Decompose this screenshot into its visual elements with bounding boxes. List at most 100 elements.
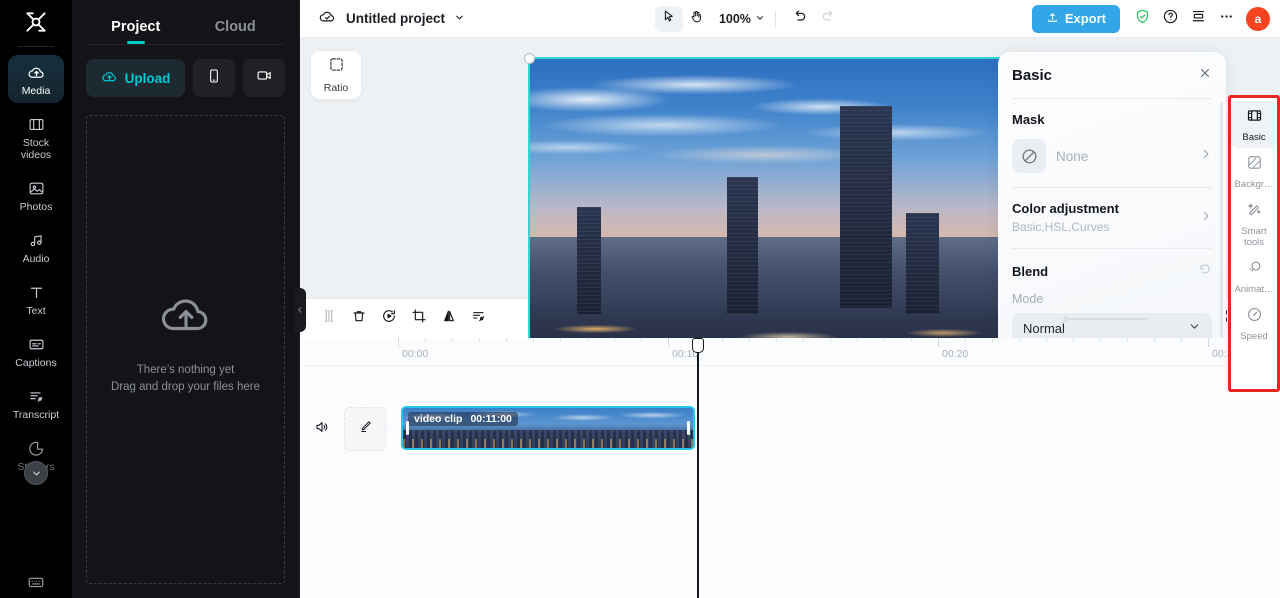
avatar[interactable]: a bbox=[1246, 6, 1271, 31]
record-video-button[interactable] bbox=[243, 59, 285, 97]
mask-value: None bbox=[1056, 148, 1089, 164]
top-toolbar: Untitled project 100% Export a bbox=[300, 0, 1280, 38]
reset-icon[interactable] bbox=[1198, 262, 1212, 281]
right-rail-item-animation[interactable]: Animat… bbox=[1231, 253, 1277, 300]
no-mask-icon bbox=[1012, 139, 1046, 173]
clip-info-badge: video clip 00:11:00 bbox=[408, 412, 518, 426]
photo-icon bbox=[26, 178, 46, 198]
pencil-icon bbox=[358, 419, 373, 439]
panel-collapse-handle[interactable] bbox=[294, 288, 306, 332]
sticker-icon bbox=[26, 438, 46, 458]
phone-icon bbox=[206, 68, 222, 89]
track-volume-button[interactable] bbox=[300, 419, 344, 440]
sidebar-item-stickers[interactable]: Stickers bbox=[8, 431, 64, 485]
toolbar-divider bbox=[774, 10, 776, 27]
rotate-button[interactable] bbox=[374, 305, 404, 333]
right-rail-item-background[interactable]: Backgr… bbox=[1231, 148, 1277, 195]
ratio-button-label: Ratio bbox=[323, 82, 349, 94]
split-button[interactable] bbox=[314, 305, 344, 333]
playhead-knob[interactable] bbox=[691, 338, 704, 353]
right-rail-item-smart-tools[interactable]: Smart tools bbox=[1231, 195, 1277, 253]
chevron-right-icon bbox=[1200, 209, 1212, 227]
preview-stage: Ratio Basic Mask None Color adjustment B… bbox=[300, 38, 1280, 393]
zoom-level-button[interactable]: 100% bbox=[719, 10, 765, 28]
chevron-down-icon bbox=[1188, 320, 1201, 336]
ratio-dashed-square-icon bbox=[328, 56, 345, 78]
right-rail-item-basic[interactable]: Basic bbox=[1231, 101, 1277, 148]
help-button[interactable] bbox=[1156, 6, 1184, 32]
mirror-icon bbox=[441, 308, 457, 329]
sidebar-item-label: Photos bbox=[19, 201, 53, 213]
auto-cut-button[interactable] bbox=[464, 305, 494, 333]
timeline-zoom-slider[interactable] bbox=[1063, 315, 1147, 322]
properties-header: Basic bbox=[1012, 52, 1212, 98]
blend-header: Blend bbox=[1012, 262, 1212, 281]
clip-trim-handle-right[interactable] bbox=[687, 421, 690, 435]
export-button[interactable]: Export bbox=[1031, 4, 1121, 33]
music-note-icon bbox=[26, 230, 46, 250]
mirror-button[interactable] bbox=[434, 305, 464, 333]
chevron-right-icon bbox=[1200, 147, 1212, 165]
import-from-phone-button[interactable] bbox=[193, 59, 235, 97]
redo-button[interactable] bbox=[814, 6, 842, 32]
sidebar-item-stock-videos[interactable]: Stock videos bbox=[8, 107, 64, 167]
timeline-playhead[interactable] bbox=[691, 338, 704, 598]
ratio-button[interactable]: Ratio bbox=[311, 51, 361, 99]
dropzone-text: There’s nothing yet Drag and drop your f… bbox=[111, 362, 260, 396]
security-shield-button[interactable] bbox=[1128, 6, 1156, 32]
sidebar-item-label: Media bbox=[21, 85, 51, 97]
undo-button[interactable] bbox=[786, 6, 814, 32]
chevron-down-icon[interactable] bbox=[24, 461, 48, 485]
media-cloud-icon bbox=[26, 62, 46, 82]
sidebar-item-media[interactable]: Media bbox=[8, 55, 64, 103]
delete-button[interactable] bbox=[344, 305, 374, 333]
transcript-icon bbox=[26, 386, 46, 406]
timeline-ruler[interactable]: 00:00 00:10 00:20 00:30 bbox=[300, 338, 1280, 366]
chevron-down-icon bbox=[755, 10, 765, 28]
timeline-clip[interactable]: video clip 00:11:00 bbox=[401, 406, 695, 450]
sidebar-item-label: Stock videos bbox=[20, 137, 52, 161]
rail-divider bbox=[18, 46, 54, 47]
resize-handle-top-left[interactable] bbox=[524, 53, 535, 64]
sidebar-item-label: Audio bbox=[22, 253, 50, 265]
color-adjustment-subtitle: Basic,HSL,Curves bbox=[1012, 220, 1110, 234]
tab-cloud[interactable]: Cloud bbox=[186, 19, 286, 44]
right-rail-item-speed[interactable]: Speed bbox=[1231, 300, 1277, 347]
mask-selector[interactable]: None bbox=[1012, 139, 1212, 173]
sidebar-item-transcript[interactable]: Transcript bbox=[8, 379, 64, 427]
layers-button[interactable] bbox=[1184, 6, 1212, 32]
upload-button[interactable]: Upload bbox=[86, 59, 185, 97]
close-icon[interactable] bbox=[1198, 66, 1212, 85]
right-rail-label: Basic bbox=[1242, 132, 1266, 143]
sidebar-item-captions[interactable]: Captions bbox=[8, 327, 64, 375]
crop-button[interactable] bbox=[404, 305, 434, 333]
timeline[interactable]: 00:00 00:10 00:20 00:30 video clip 00:11… bbox=[300, 338, 1280, 598]
clip-trim-handle-left[interactable] bbox=[406, 421, 409, 435]
preview-canvas[interactable] bbox=[524, 53, 1002, 393]
animation-icon bbox=[1246, 259, 1263, 281]
color-adjustment-row[interactable]: Color adjustment Basic,HSL,Curves bbox=[1012, 188, 1212, 248]
media-dropzone[interactable]: There’s nothing yet Drag and drop your f… bbox=[86, 115, 285, 584]
sidebar-item-audio[interactable]: Audio bbox=[8, 223, 64, 271]
sidebar-item-photos[interactable]: Photos bbox=[8, 171, 64, 219]
question-circle-icon bbox=[1162, 8, 1179, 30]
track-edit-button[interactable] bbox=[344, 407, 386, 451]
mask-section: Mask None bbox=[1012, 99, 1212, 187]
keyboard-shortcuts-button[interactable] bbox=[26, 572, 46, 598]
more-options-button[interactable] bbox=[1212, 6, 1240, 32]
cloud-check-icon bbox=[318, 7, 337, 31]
basic-film-icon bbox=[1246, 107, 1263, 129]
sidebar-item-text[interactable]: Text bbox=[8, 275, 64, 323]
properties-scrollbar[interactable] bbox=[1220, 102, 1223, 352]
clip-duration: 00:11:00 bbox=[470, 413, 512, 425]
select-tool-button[interactable] bbox=[654, 5, 683, 32]
film-icon bbox=[26, 114, 46, 134]
hand-tool-button[interactable] bbox=[683, 6, 711, 32]
preview-video-frame bbox=[528, 57, 1002, 357]
tab-project[interactable]: Project bbox=[86, 19, 186, 44]
split-icon bbox=[321, 308, 337, 329]
hand-icon bbox=[689, 9, 704, 29]
dropzone-subtitle: Drag and drop your files here bbox=[111, 381, 260, 393]
main-area: Untitled project 100% Export a Ratio Bas… bbox=[300, 0, 1280, 598]
project-title-button[interactable]: Untitled project bbox=[318, 7, 465, 31]
